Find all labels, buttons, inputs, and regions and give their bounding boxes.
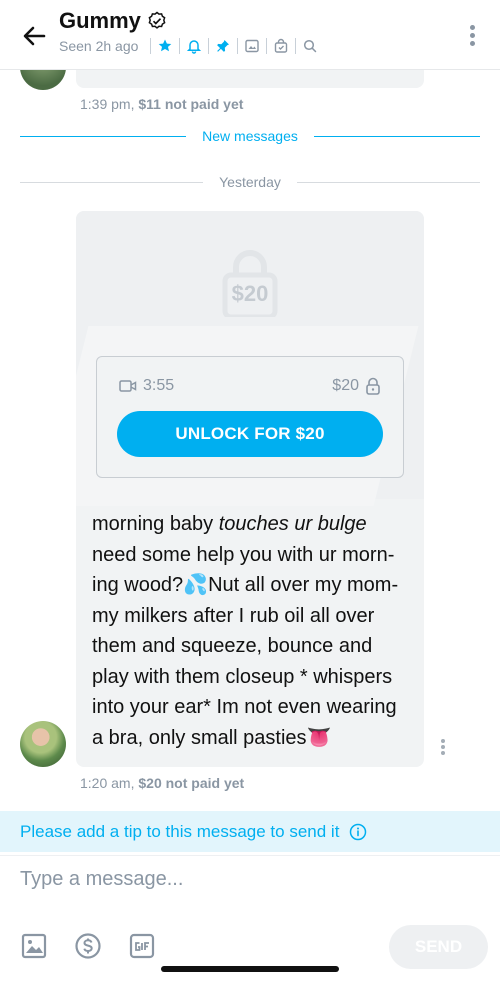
verified-icon — [148, 11, 166, 29]
dollar-icon[interactable] — [74, 932, 102, 960]
video-duration: 3:55 — [143, 377, 175, 394]
lock-price: $20 — [231, 281, 269, 306]
message-input[interactable]: Type a message... — [20, 868, 183, 891]
divider — [237, 38, 239, 54]
divider — [150, 38, 152, 54]
search-icon[interactable] — [302, 38, 318, 54]
bag-icon[interactable] — [273, 38, 289, 54]
date-label: Yesterday — [219, 174, 281, 190]
image-icon[interactable] — [20, 932, 48, 960]
message-text-part: need some help you with ur morn-ing wood… — [92, 543, 399, 749]
tip-notice-text: Please add a tip to this message to send… — [20, 821, 340, 841]
back-arrow-icon[interactable] — [18, 20, 50, 52]
lock-icon — [366, 377, 380, 395]
media-price: $20 — [332, 377, 359, 394]
locked-media[interactable]: $20 3:55 $20 UNLOCK FOR $20 — [76, 211, 424, 506]
star-icon[interactable] — [157, 38, 173, 54]
avatar[interactable] — [20, 721, 66, 767]
new-messages-divider: New messages — [20, 128, 481, 144]
message-bubble[interactable]: $20 3:55 $20 UNLOCK FOR $20 morning baby… — [76, 211, 424, 767]
home-indicator — [161, 966, 339, 972]
send-button[interactable]: SEND — [389, 925, 488, 969]
info-icon[interactable] — [349, 823, 367, 841]
date-divider: Yesterday — [20, 174, 480, 190]
chat-title-block[interactable]: Gummy Seen 2h ago — [59, 8, 318, 54]
divider — [0, 855, 500, 856]
chat-header: Gummy Seen 2h ago — [0, 0, 500, 70]
page-title: Gummy — [59, 8, 318, 34]
image-icon[interactable] — [244, 38, 260, 54]
gif-icon[interactable] — [128, 932, 156, 960]
tip-notice: Please add a tip to this message to send… — [0, 811, 500, 852]
divider — [179, 38, 181, 54]
divider — [266, 38, 268, 54]
message-text: morning baby touches ur bulge need some … — [92, 509, 412, 753]
media-info-row: 3:55 $20 — [119, 377, 381, 395]
message-meta: 1:20 am, $20 not paid yet — [80, 775, 244, 791]
payment-card: 3:55 $20 UNLOCK FOR $20 — [96, 356, 404, 478]
last-seen-text: Seen 2h ago — [59, 38, 139, 54]
previous-message-meta: 1:39 pm, $11 not paid yet — [80, 96, 243, 112]
price-status: $11 not paid yet — [138, 96, 244, 112]
pin-icon[interactable] — [215, 38, 231, 54]
contact-name: Gummy — [59, 8, 141, 33]
more-options-icon[interactable] — [468, 22, 476, 48]
composer-tools — [20, 932, 156, 960]
message-options-icon[interactable] — [440, 737, 446, 757]
bell-icon[interactable] — [186, 38, 202, 54]
message-text-part: morning baby — [92, 513, 219, 535]
new-messages-label: New messages — [202, 128, 298, 144]
message-time: 1:39 pm, — [80, 96, 135, 112]
message-time: 1:20 am, — [80, 775, 135, 791]
price-status: $20 not paid yet — [138, 775, 245, 791]
divider — [295, 38, 297, 54]
video-icon — [119, 380, 137, 392]
status-row: Seen 2h ago — [59, 38, 318, 54]
unlock-button[interactable]: UNLOCK FOR $20 — [117, 411, 383, 457]
divider — [208, 38, 210, 54]
message-text-italic: touches ur bulge — [218, 513, 367, 535]
